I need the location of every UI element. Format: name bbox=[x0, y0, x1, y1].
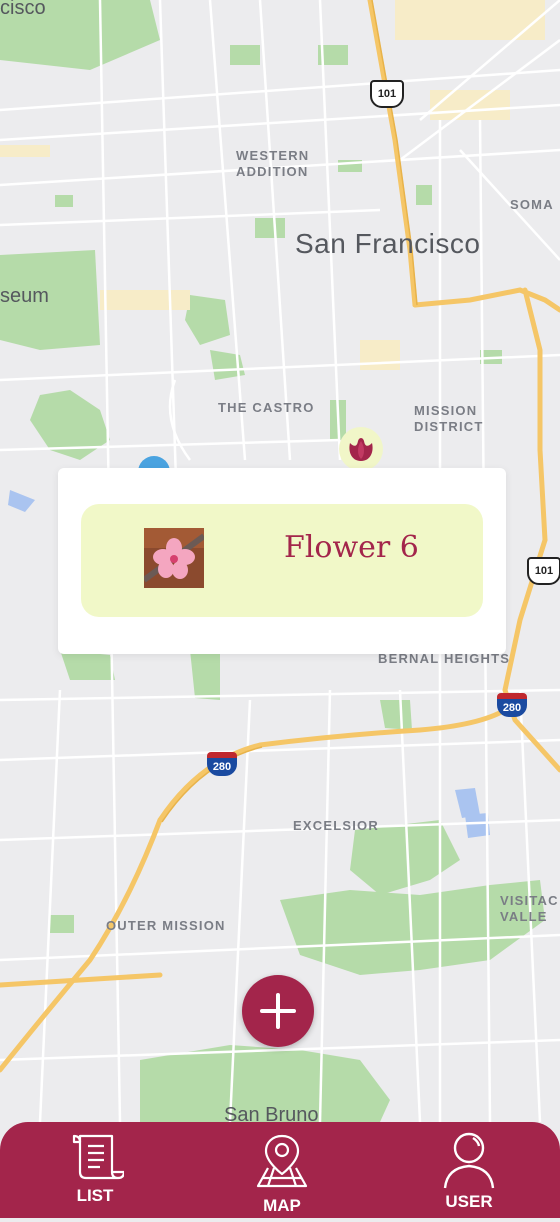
map-label-cisco: cisco bbox=[0, 0, 46, 19]
flower-thumbnail bbox=[144, 528, 204, 588]
us101-shield: 101 bbox=[370, 80, 404, 108]
map-label-the-castro: THE CASTRO bbox=[218, 400, 315, 415]
map-label-san-francisco: San Francisco bbox=[295, 228, 481, 259]
flower-thumbnail-image bbox=[144, 528, 204, 588]
flower-marker[interactable] bbox=[339, 427, 383, 471]
flower-card[interactable]: Flower 6 bbox=[81, 504, 483, 617]
tab-list[interactable]: LIST bbox=[60, 1122, 130, 1218]
map-label-excelsior: EXCELSIOR bbox=[293, 818, 379, 833]
flower-name: Flower 6 bbox=[284, 530, 419, 565]
plus-icon bbox=[260, 993, 296, 1029]
scroll-icon bbox=[72, 1134, 124, 1180]
i280-shield: 280 bbox=[497, 693, 527, 717]
map-label-western-addition: WESTERN ADDITION bbox=[236, 148, 310, 179]
tab-user-label: USER bbox=[445, 1192, 493, 1211]
map-label-outer-mission: OUTER MISSION bbox=[106, 918, 226, 933]
bottom-tab-bar: LIST MAP USER bbox=[0, 1122, 560, 1218]
map-label-mission-district: MISSION DISTRICT bbox=[414, 403, 484, 434]
map-label-soma: SOMA bbox=[510, 197, 554, 212]
map-label-visitacion-valley: VISITAC VALLE bbox=[500, 893, 559, 924]
map-label-seum: seum bbox=[0, 285, 49, 307]
tab-map-label: MAP bbox=[263, 1196, 301, 1215]
i280-shield: 280 bbox=[207, 752, 237, 776]
map-label-san-bruno: San Bruno bbox=[224, 1104, 319, 1126]
tab-map[interactable]: MAP bbox=[247, 1122, 317, 1218]
map-pin-icon bbox=[256, 1134, 308, 1188]
us101-shield: 101 bbox=[527, 557, 560, 585]
tab-user[interactable]: USER bbox=[434, 1122, 504, 1218]
add-flower-button[interactable] bbox=[242, 975, 314, 1047]
user-icon bbox=[443, 1132, 495, 1189]
flower-marker-icon bbox=[349, 438, 373, 461]
tab-list-label: LIST bbox=[76, 1186, 114, 1205]
flower-popup: Flower 6 bbox=[58, 468, 506, 654]
